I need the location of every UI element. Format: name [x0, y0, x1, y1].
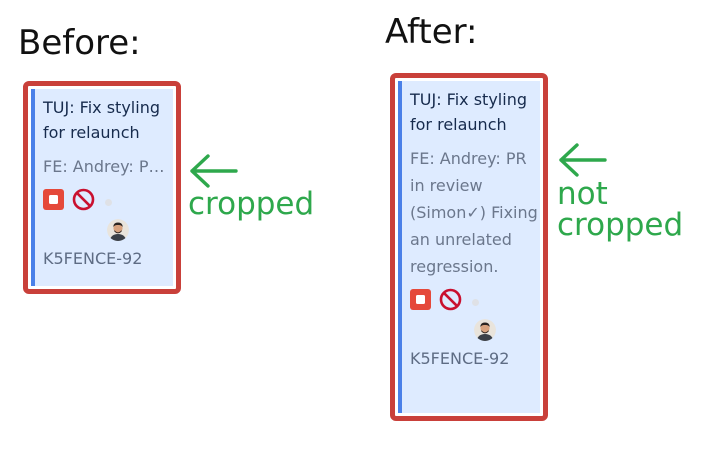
card-key[interactable]: K5FENCE-92: [410, 349, 540, 369]
avatar-row: [410, 319, 540, 349]
after-card[interactable]: TUJ: Fix styling for relaunch FE: Andrey…: [398, 81, 540, 413]
avatar-icon[interactable]: [474, 319, 496, 341]
card-description: FE: Andrey: PR in review (Simon✓) Fixing…: [43, 157, 171, 176]
after-heading: After:: [385, 12, 478, 52]
priority-highest-icon: [410, 289, 431, 315]
blocked-icon: [439, 288, 462, 316]
blocked-icon: [72, 188, 95, 216]
card-description: FE: Andrey: PR in review (Simon✓) Fixing…: [410, 149, 538, 276]
status-dot-icon: [472, 298, 479, 306]
card-title: TUJ: Fix styling for relaunch: [43, 98, 160, 142]
after-note-line1: not: [557, 176, 608, 212]
before-note: cropped: [188, 186, 315, 222]
priority-highest-icon: [43, 189, 64, 215]
card-icons-row: [410, 288, 540, 316]
card-key[interactable]: K5FENCE-92: [43, 249, 173, 269]
after-frame: TUJ: Fix styling for relaunch FE: Andrey…: [390, 73, 548, 421]
status-dot-icon: [105, 198, 112, 206]
avatar-row: [43, 219, 173, 249]
before-heading: Before:: [18, 23, 141, 63]
before-card[interactable]: TUJ: Fix styling for relaunch FE: Andrey…: [31, 89, 173, 286]
before-frame: TUJ: Fix styling for relaunch FE: Andrey…: [23, 81, 181, 294]
card-title: TUJ: Fix styling for relaunch: [410, 90, 527, 134]
avatar-icon[interactable]: [107, 219, 129, 241]
after-note-line2: cropped: [557, 207, 684, 243]
arrow-left-icon: [559, 143, 607, 177]
card-icons-row: [43, 188, 173, 216]
arrow-left-icon: [190, 154, 238, 188]
